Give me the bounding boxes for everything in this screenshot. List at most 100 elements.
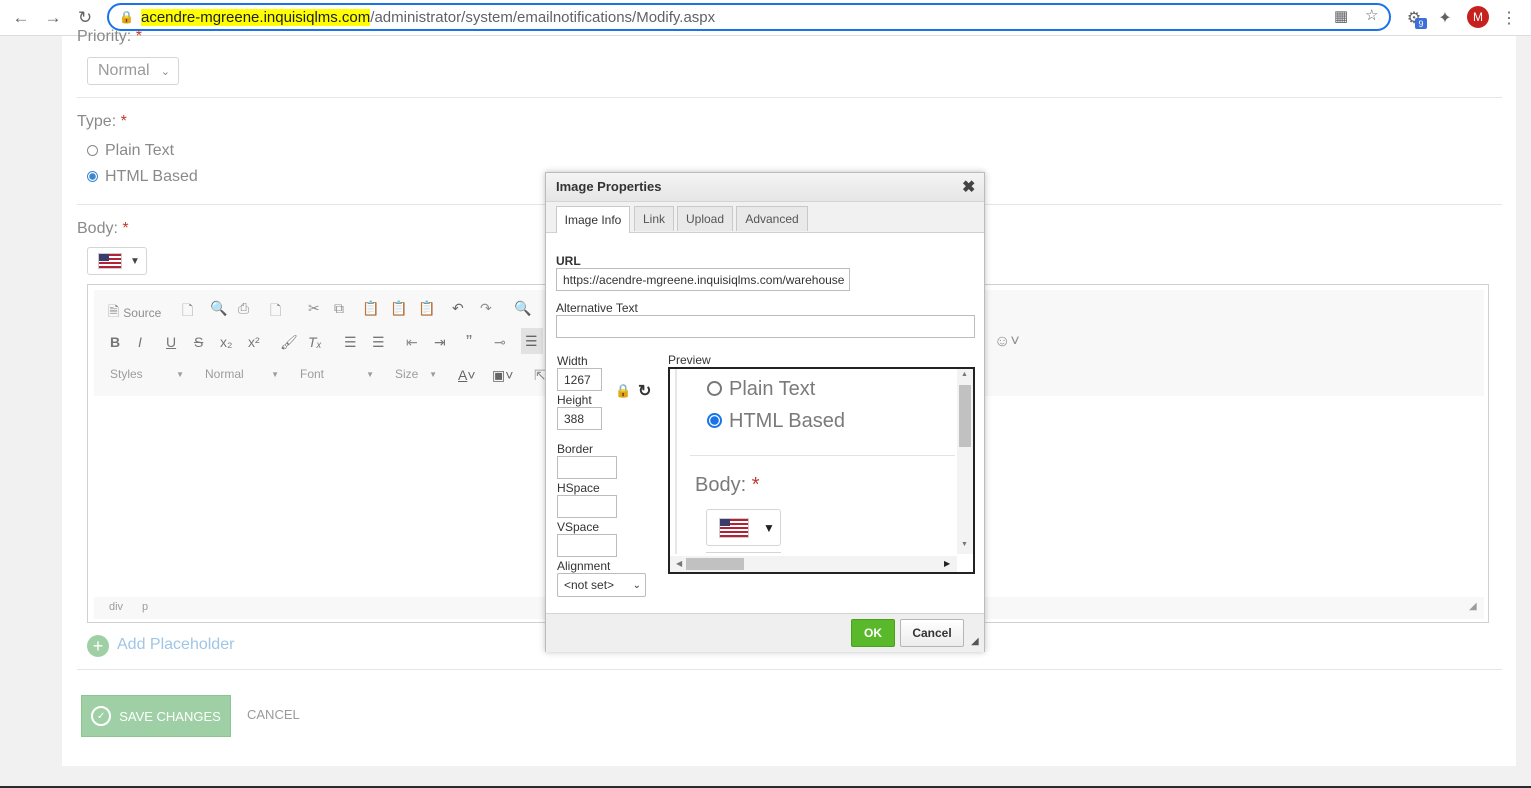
path-item-p[interactable]: p (142, 601, 148, 613)
alignment-select[interactable]: <not set> ⌄ (557, 573, 646, 597)
add-placeholder-link[interactable]: Add Placeholder (117, 636, 234, 654)
puzzle-icon[interactable]: ✦ (1434, 7, 1456, 29)
cut-icon[interactable]: ✂ (308, 300, 320, 317)
reset-size-icon[interactable]: ↻ (638, 381, 651, 401)
alt-text-label: Alternative Text (556, 301, 638, 315)
height-input[interactable]: 388 (557, 407, 602, 430)
scroll-up-icon[interactable]: ▲ (961, 371, 968, 378)
tab-image-info[interactable]: Image Info (556, 206, 630, 233)
indent-icon[interactable]: ⇥ (434, 334, 446, 351)
font-combo[interactable]: Font ▼ (290, 362, 380, 386)
url-input[interactable]: https://acendre-mgreene.inquisiqlms.com/… (556, 268, 850, 291)
scroll-thumb[interactable] (959, 385, 971, 447)
paste-icon[interactable]: 📋 (362, 300, 379, 317)
paste-word-icon[interactable]: 📋 (418, 300, 435, 317)
superscript-icon[interactable]: x² (248, 334, 260, 350)
address-bar[interactable]: 🔒 acendre-mgreene.inquisiqlms.com/admini… (107, 3, 1391, 31)
tab-advanced[interactable]: Advanced (736, 206, 808, 231)
numbered-list-icon[interactable]: ☰ (344, 334, 357, 351)
strike-icon[interactable]: S (194, 334, 203, 350)
source-button[interactable]: 🗎 Source (108, 301, 161, 325)
ok-button[interactable]: OK (851, 619, 895, 647)
tab-upload[interactable]: Upload (677, 206, 733, 231)
tab-link[interactable]: Link (634, 206, 674, 231)
lock-ratio-icon[interactable]: 🔒 (615, 383, 631, 399)
close-icon[interactable]: ✖ (962, 177, 975, 197)
find-icon[interactable]: 🔍 (514, 300, 531, 317)
styles-combo[interactable]: Styles ▼ (100, 362, 190, 386)
creatediv-icon[interactable]: ⊸ (494, 334, 506, 351)
bg-color-icon[interactable]: ▣˅ (492, 367, 513, 384)
menu-icon[interactable]: ⋮ (1498, 7, 1520, 29)
add-icon[interactable]: + (87, 635, 109, 657)
vspace-input[interactable] (557, 534, 617, 557)
border-label: Border (557, 442, 594, 456)
preview-radio-plain-text (707, 381, 722, 396)
image-preview[interactable]: Plain Text HTML Based Body: * ▼ ▲ ▼ ◀ ▶ (668, 367, 975, 574)
back-icon[interactable]: ← (10, 7, 32, 29)
resize-handle-icon[interactable]: ◢ (1469, 601, 1477, 612)
blockquote-icon[interactable]: ” (466, 332, 472, 353)
print-icon[interactable]: ⎙ (238, 300, 249, 317)
copy-icon[interactable]: ⧉ (334, 300, 344, 317)
dialog-resize-icon[interactable]: ◢ (971, 636, 979, 647)
width-label: Width (557, 354, 588, 368)
scroll-down-icon[interactable]: ▼ (961, 541, 968, 548)
italic-icon[interactable]: I (138, 334, 142, 350)
size-combo[interactable]: Size ▼ (385, 362, 443, 386)
width-input[interactable]: 1267 (557, 368, 602, 391)
bold-icon[interactable]: B (110, 334, 120, 350)
qr-icon[interactable]: ▦ (1334, 7, 1348, 25)
cancel-link[interactable]: CANCEL (247, 707, 300, 722)
body-label: Body: * (77, 220, 129, 237)
radio-html-based-label[interactable]: HTML Based (105, 168, 198, 186)
bulleted-list-icon[interactable]: ☰ (372, 334, 385, 351)
language-select[interactable]: ▼ (87, 247, 147, 275)
templates-icon[interactable]: 🗋 (270, 300, 281, 324)
radio-plain-text-label[interactable]: Plain Text (105, 142, 174, 160)
vertical-scrollbar[interactable]: ▲ ▼ (957, 369, 973, 554)
priority-value: Normal (98, 62, 150, 79)
hspace-input[interactable] (557, 495, 617, 518)
subscript-icon[interactable]: x₂ (220, 334, 232, 350)
reload-icon[interactable]: ↻ (74, 7, 96, 29)
save-changes-button[interactable]: ✓ SAVE CHANGES (81, 695, 231, 737)
avatar[interactable]: M (1467, 6, 1489, 28)
paste-text-icon[interactable]: 📋 (390, 300, 407, 317)
url-text: acendre-mgreene.inquisiqlms.com/administ… (141, 9, 715, 26)
new-page-icon[interactable]: 🗋 (182, 300, 193, 324)
caret-down-icon: ▼ (130, 255, 140, 267)
radio-plain-text[interactable] (87, 145, 98, 156)
lock-icon[interactable]: 🔒 (119, 10, 134, 24)
hspace-label: HSpace (557, 481, 600, 495)
dialog-cancel-button[interactable]: Cancel (900, 619, 964, 647)
align-left-button[interactable]: ☰ (521, 328, 543, 354)
preview-icon[interactable]: 🔍 (210, 300, 227, 317)
copy-format-icon[interactable]: 🖌 (280, 334, 298, 351)
border-input[interactable] (557, 456, 617, 479)
remove-format-icon[interactable]: Tₓ (308, 334, 322, 350)
smiley-icon[interactable]: ☺˅ (994, 333, 1020, 351)
combo-arrow-icon: ▼ (176, 369, 184, 379)
star-icon[interactable]: ☆ (1365, 6, 1378, 24)
outdent-icon[interactable]: ⇤ (406, 334, 418, 351)
radio-html-based[interactable] (87, 171, 98, 182)
format-combo[interactable]: Normal ▼ (195, 362, 285, 386)
preview-radio-html-based (707, 413, 722, 428)
text-color-icon[interactable]: A˅ (458, 367, 476, 383)
scroll-thumb-horizontal[interactable] (686, 558, 744, 570)
alignment-value: <not set> (564, 578, 615, 592)
preview-html-based-label: HTML Based (729, 410, 845, 432)
underline-icon[interactable]: U (166, 334, 176, 350)
alt-text-input[interactable] (556, 315, 975, 338)
redo-icon[interactable]: ↷ (480, 300, 492, 317)
scroll-left-icon[interactable]: ◀ (676, 559, 682, 568)
forward-icon[interactable]: → (42, 7, 64, 29)
undo-icon[interactable]: ↶ (452, 300, 464, 317)
horizontal-scrollbar[interactable]: ◀ ▶ (670, 556, 957, 572)
priority-select[interactable]: Normal ⌄ (87, 57, 179, 85)
scroll-right-icon[interactable]: ▶ (944, 559, 950, 568)
url-label: URL (556, 254, 581, 268)
maximize-icon[interactable]: ⇱ (534, 367, 546, 384)
path-item-div[interactable]: div (109, 601, 123, 613)
